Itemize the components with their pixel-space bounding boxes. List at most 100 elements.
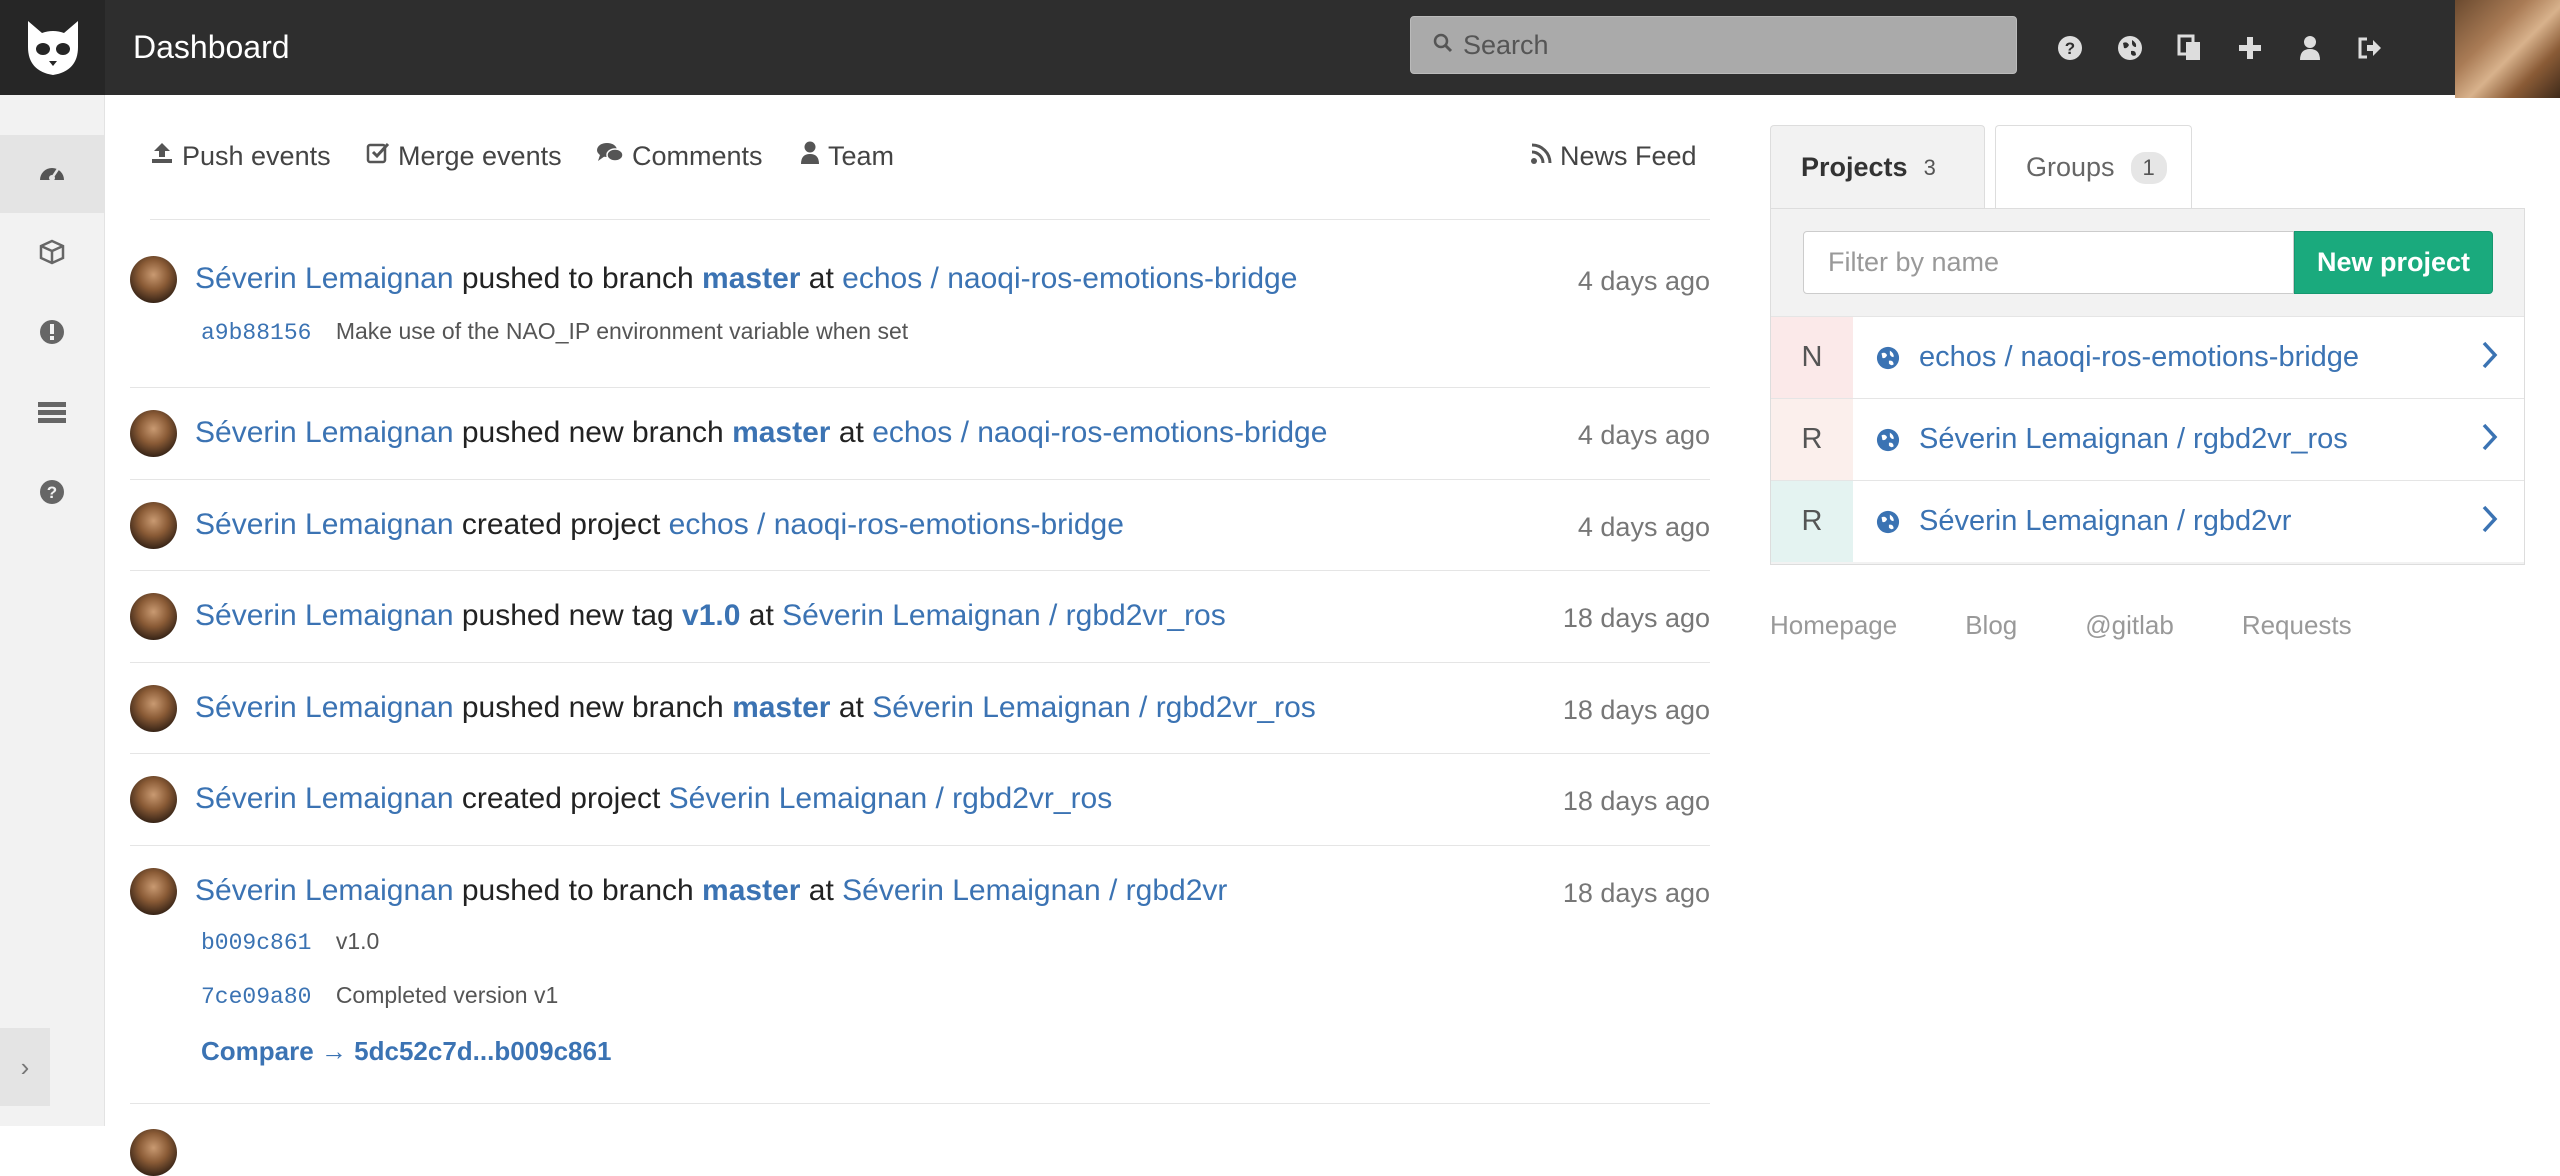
sidebar-item-dashboard[interactable] [0,135,104,213]
project-link[interactable]: echos / naoqi-ros-emotions-bridge [842,262,1297,295]
tab-merge-events[interactable]: Merge events [366,136,562,176]
blog-link[interactable]: Blog [1965,610,2017,641]
project-link[interactable]: echos / naoqi-ros-emotions-bridge [872,416,1327,449]
branch-link[interactable]: master [702,262,800,295]
event-item: Séverin Lemaignan pushed new tag v1.0 at… [130,571,1710,663]
requests-link[interactable]: Requests [2242,610,2352,641]
compare-link[interactable]: Compare → 5dc52c7d...b009c861 [201,1036,611,1067]
current-user-avatar[interactable] [2455,0,2560,98]
author-link[interactable]: Séverin Lemaignan [195,262,454,295]
author-avatar[interactable] [130,593,177,640]
sidebar-item-projects[interactable] [0,215,104,293]
branch-link[interactable]: master [732,691,830,724]
author-avatar[interactable] [130,868,177,915]
homepage-link[interactable]: Homepage [1770,610,1897,641]
tag-link[interactable]: v1.0 [682,599,740,632]
sidebar-collapse-toggle[interactable]: › [0,1028,50,1106]
filter-input[interactable] [1803,231,2294,294]
user-icon[interactable] [2290,28,2330,68]
search-bar[interactable] [1410,16,2017,74]
commit-row: a9b88156 Make use of the NAO_IP environm… [201,318,908,346]
sidebar-item-issues[interactable] [0,295,104,373]
branch-link[interactable]: master [702,874,800,907]
twitter-link[interactable]: @gitlab [2085,610,2174,641]
author-avatar[interactable] [130,410,177,457]
search-input[interactable] [1463,29,1963,61]
tab-label: Push events [182,140,331,171]
svg-text:?: ? [2065,39,2075,58]
author-avatar[interactable] [130,1129,177,1176]
copy-icon[interactable] [2170,28,2210,68]
tab-team[interactable]: Team [800,136,894,176]
plus-icon[interactable] [2230,28,2270,68]
project-link[interactable]: Séverin Lemaignan / rgbd2vr_ros [782,599,1226,632]
project-row[interactable]: R Séverin Lemaignan / rgbd2vr [1771,480,2524,562]
count-badge: 3 [1923,154,1936,180]
project-link[interactable]: echos / naoqi-ros-emotions-bridge [669,508,1124,541]
list-icon [37,400,67,429]
user-icon [800,141,820,172]
branch-link[interactable]: master [732,416,830,449]
projects-groups-tabs: Projects 3 Groups 1 [1770,125,2525,209]
new-project-button[interactable]: New project [2294,231,2493,294]
commit-row: b009c861 v1.0 [201,928,379,956]
tab-projects[interactable]: Projects 3 [1770,125,1985,209]
event-action: pushed to branch [461,874,694,907]
author-link[interactable]: Séverin Lemaignan [195,691,454,724]
commit-sha-link[interactable]: b009c861 [201,930,311,956]
event-at: at [808,874,834,907]
projects-icon [39,239,65,270]
upload-icon [150,141,174,172]
tab-label: Groups [2026,152,2115,182]
event-at: at [748,599,774,632]
event-time: 4 days ago [1577,266,1710,296]
project-row[interactable]: R Séverin Lemaignan / rgbd2vr_ros [1771,398,2524,480]
sidebar-item-help[interactable]: ? [0,455,104,533]
commit-sha-link[interactable]: 7ce09a80 [201,984,311,1010]
count-badge: 1 [2130,151,2167,184]
event-filter-bar: Push events Merge events Comments Team N… [150,136,1710,220]
help-icon[interactable]: ? [2050,28,2090,68]
commit-sha-link[interactable]: a9b88156 [201,320,311,346]
globe-icon [1876,510,1900,539]
issues-icon [39,319,65,350]
project-name: Séverin Lemaignan / rgbd2vr_ros [1919,423,2348,455]
tab-label: Projects [1801,152,1908,182]
globe-icon [1876,346,1900,375]
news-feed-link[interactable]: News Feed [1530,136,1697,176]
sidebar: ? › [0,95,105,1126]
author-link[interactable]: Séverin Lemaignan [195,874,454,907]
event-action: pushed new branch [461,416,724,449]
event-time: 18 days ago [1562,603,1710,633]
author-link[interactable]: Séverin Lemaignan [195,416,454,449]
svg-text:?: ? [47,483,57,502]
chevron-right-icon [2480,339,2500,376]
tab-push-events[interactable]: Push events [150,136,331,176]
project-link[interactable]: Séverin Lemaignan / rgbd2vr_ros [669,782,1113,815]
author-avatar[interactable] [130,776,177,823]
tab-comments[interactable]: Comments [596,136,763,176]
event-action: created project [461,782,661,815]
globe-icon[interactable] [2110,28,2150,68]
sign-out-icon[interactable] [2350,28,2390,68]
author-link[interactable]: Séverin Lemaignan [195,782,454,815]
author-link[interactable]: Séverin Lemaignan [195,508,454,541]
author-avatar[interactable] [130,502,177,549]
event-item: Séverin Lemaignan pushed to branch maste… [130,220,1710,388]
author-link[interactable]: Séverin Lemaignan [195,599,454,632]
gitlab-logo[interactable] [0,0,105,95]
top-header: Dashboard ? [0,0,2560,98]
project-row[interactable]: N echos / naoqi-ros-emotions-bridge [1771,316,2524,398]
commit-message: Make use of the NAO_IP environment varia… [335,318,909,344]
chevron-right-icon [2480,421,2500,458]
author-avatar[interactable] [130,256,177,303]
sidebar-item-list[interactable] [0,375,104,453]
author-avatar[interactable] [130,685,177,732]
projects-panel: New project N echos / naoqi-ros-emotions… [1770,208,2525,565]
project-link[interactable]: Séverin Lemaignan / rgbd2vr [842,874,1227,907]
project-link[interactable]: Séverin Lemaignan / rgbd2vr_ros [872,691,1316,724]
project-name: echos / naoqi-ros-emotions-bridge [1919,341,2360,373]
tab-groups[interactable]: Groups 1 [1995,125,2192,209]
event-action: created project [461,508,661,541]
event-action: pushed new tag [461,599,674,632]
